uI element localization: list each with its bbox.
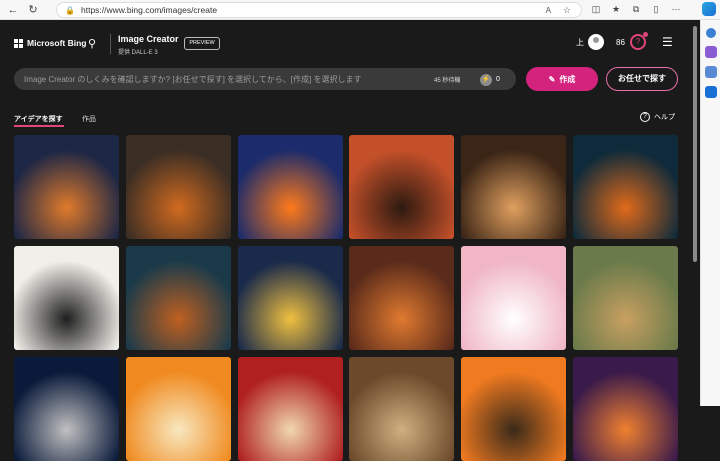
gallery-image[interactable] bbox=[349, 135, 455, 239]
header-divider bbox=[110, 34, 111, 54]
scrollbar[interactable] bbox=[690, 20, 700, 406]
search-icon[interactable]: ⚲ bbox=[88, 37, 96, 50]
gallery-image[interactable] bbox=[573, 135, 678, 239]
sidebar-shopping-icon[interactable] bbox=[704, 46, 717, 58]
prompt-placeholder: Image Creator のしくみを確認しますか? [お任せで探す] を選択し… bbox=[24, 75, 362, 84]
prompt-input[interactable]: Image Creator のしくみを確認しますか? [お任せで探す] を選択し… bbox=[14, 68, 516, 90]
more-icon[interactable]: ⋯ bbox=[670, 3, 682, 15]
tab-explore[interactable]: アイデアを探す bbox=[14, 114, 63, 124]
read-aloud-icon[interactable]: A bbox=[546, 6, 551, 15]
boost-icon: ⚡ bbox=[480, 73, 492, 86]
gallery-image[interactable] bbox=[125, 246, 231, 350]
address-text[interactable]: https://www.bing.com/images/create bbox=[81, 5, 217, 15]
gallery-image[interactable] bbox=[349, 246, 455, 350]
rewards-points[interactable]: 86 bbox=[616, 38, 625, 47]
help-link[interactable]: ? ヘルプ bbox=[640, 112, 675, 122]
sidebar-outlook-icon[interactable] bbox=[704, 86, 717, 98]
split-screen-icon[interactable]: ◫ bbox=[590, 3, 602, 15]
gallery-image[interactable] bbox=[573, 357, 678, 461]
favorite-star-icon[interactable]: ☆ bbox=[563, 5, 571, 16]
surprise-me-button[interactable]: お任せで探す bbox=[606, 67, 678, 91]
wait-time: 45 秒待機 bbox=[434, 78, 461, 84]
gallery-image[interactable] bbox=[237, 357, 343, 461]
gallery-image[interactable] bbox=[573, 246, 678, 350]
avatar[interactable] bbox=[588, 34, 604, 50]
sidebar-search-icon[interactable] bbox=[705, 28, 716, 38]
help-icon: ? bbox=[640, 112, 650, 122]
preview-badge: PREVIEW bbox=[184, 37, 220, 50]
user-name[interactable]: 上 bbox=[576, 37, 584, 48]
gallery-image[interactable] bbox=[14, 357, 119, 461]
favorites-icon[interactable]: ★ bbox=[610, 3, 622, 15]
back-icon[interactable]: ← bbox=[6, 3, 20, 17]
product-title[interactable]: Image Creator bbox=[118, 34, 179, 44]
product-subtitle: 提供 DALL-E 3 bbox=[118, 50, 158, 56]
edge-sidebar bbox=[700, 20, 720, 406]
address-bar[interactable]: 🔒 https://www.bing.com/images/create A ☆ bbox=[56, 2, 582, 18]
gallery-image[interactable] bbox=[237, 135, 343, 239]
help-label: ヘルプ bbox=[654, 114, 675, 121]
create-icon: ✎ bbox=[548, 74, 556, 84]
bing-header: Microsoft Bing ⚲ Image Creator 提供 DALL-E… bbox=[0, 20, 690, 66]
browser-actions: ◫ ★ ⧉ ▯ ⋯ bbox=[590, 3, 682, 15]
gallery-image[interactable] bbox=[461, 357, 567, 461]
scrollbar-thumb[interactable] bbox=[693, 26, 697, 262]
create-label: 作成 bbox=[559, 74, 576, 84]
extensions-icon[interactable]: ▯ bbox=[650, 3, 662, 15]
gallery-image[interactable] bbox=[461, 246, 567, 350]
gallery-image[interactable] bbox=[125, 357, 231, 461]
microsoft-logo-icon bbox=[14, 38, 23, 48]
tab-creations[interactable]: 作品 bbox=[82, 114, 96, 124]
gallery-image[interactable] bbox=[14, 246, 119, 350]
sidebar-tools-icon[interactable] bbox=[704, 66, 717, 78]
lock-icon: 🔒 bbox=[65, 5, 75, 15]
collections-icon[interactable]: ⧉ bbox=[630, 3, 642, 15]
gallery-image[interactable] bbox=[237, 246, 343, 350]
hamburger-menu-icon[interactable]: ☰ bbox=[662, 35, 673, 49]
microsoft-bing-logo[interactable]: Microsoft Bing bbox=[14, 38, 87, 48]
create-button[interactable]: ✎ 作成 bbox=[526, 67, 598, 91]
brand-label: Microsoft Bing bbox=[27, 38, 87, 48]
gallery-image[interactable] bbox=[125, 135, 231, 239]
boost-count: 0 bbox=[496, 76, 500, 83]
gallery-image[interactable] bbox=[14, 135, 119, 239]
gallery-image[interactable] bbox=[461, 135, 567, 239]
refresh-icon[interactable]: ↻ bbox=[26, 3, 40, 17]
boost-counter: ⚡ 0 bbox=[480, 73, 514, 86]
copilot-icon[interactable] bbox=[702, 2, 716, 16]
gallery-image[interactable] bbox=[349, 357, 455, 461]
active-tab-indicator bbox=[14, 125, 64, 127]
notification-dot bbox=[643, 32, 648, 37]
